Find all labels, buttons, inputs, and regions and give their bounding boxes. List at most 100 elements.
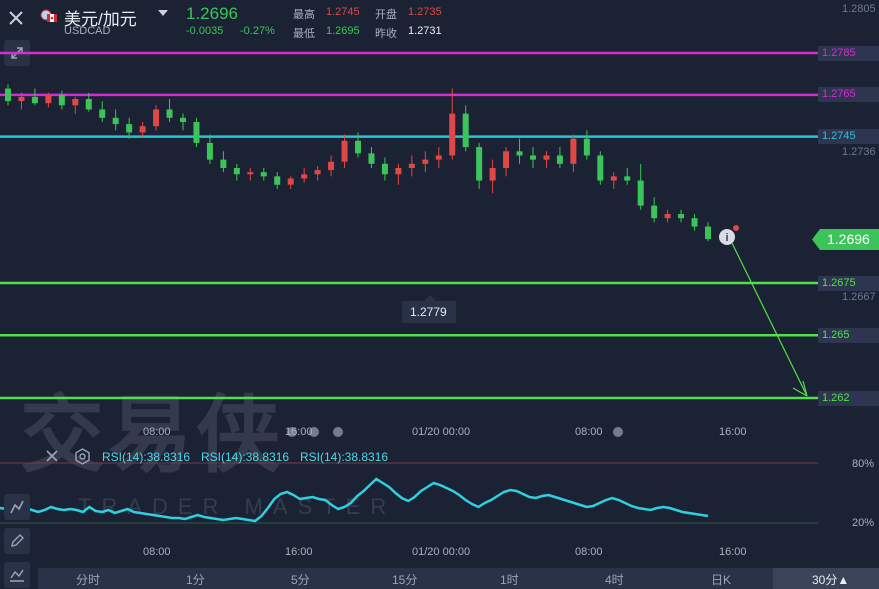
candle-body: [637, 180, 644, 206]
candle-body: [368, 153, 375, 164]
trend-arrow-head: [792, 380, 808, 397]
candle-body: [408, 163, 415, 168]
timeframe-bar: [38, 568, 878, 589]
level-label-6: 1.262: [818, 391, 879, 406]
candle-body: [72, 99, 79, 106]
candle-body: [624, 176, 631, 181]
candle-body: [678, 214, 685, 219]
candle-body: [139, 126, 146, 133]
candle-body: [206, 142, 213, 160]
candle-body: [58, 94, 65, 106]
candle-body: [112, 117, 119, 125]
candle-body: [260, 172, 267, 177]
close-icon: [46, 450, 58, 462]
price-tooltip-value: 1.2779: [410, 305, 447, 319]
timeframe-15m[interactable]: 15分: [392, 571, 417, 588]
chart-icon: [10, 500, 24, 514]
candle-body: [153, 109, 160, 127]
candle-body: [651, 205, 658, 219]
candlestick-chart[interactable]: i: [0, 0, 879, 589]
rsi-level-low: 20%: [852, 517, 875, 529]
price-axis-label: 1.2736: [842, 146, 876, 158]
candle-body: [287, 178, 294, 185]
timeframe-tick[interactable]: 分时: [76, 571, 100, 588]
candle-body: [610, 176, 617, 181]
candle-body: [422, 159, 429, 164]
indicator-icon: [10, 569, 24, 582]
rsi-label-3: RSI(14):38.8316: [300, 450, 389, 464]
level-label-2: 1.2765: [818, 87, 879, 102]
candle-body: [355, 140, 361, 154]
candle-body: [705, 226, 711, 240]
candle-body: [233, 168, 240, 175]
candle-body: [449, 113, 456, 156]
trend-arrow-line: [731, 242, 808, 397]
candle-body: [583, 138, 590, 156]
current-price-tag: 1.2696: [812, 229, 879, 250]
candle-body: [247, 172, 254, 175]
candle-style-button[interactable]: [4, 494, 30, 520]
candle-body: [99, 109, 106, 118]
candle-body: [341, 140, 348, 162]
candle-body: [503, 151, 510, 168]
rsi-label-2: RSI(14):38.8316: [201, 450, 290, 464]
rsi-time-label-3: 01/20 00:00: [412, 546, 471, 558]
level-label-3: 1.2745: [818, 129, 879, 144]
price-axis-top: 1.2805: [842, 3, 876, 15]
candle-body: [664, 214, 671, 219]
price-axis-label-2: 1.2667: [842, 291, 876, 303]
candle-body: [530, 155, 536, 160]
rsi-time-label-4: 08:00: [575, 546, 603, 558]
candle-body: [5, 88, 11, 102]
current-price-tag-value: 1.2696: [827, 231, 870, 247]
level-label-5: 1.265: [818, 328, 879, 343]
info-icon-glyph: i: [725, 232, 728, 244]
rsi-time-label-2: 16:00: [285, 546, 313, 558]
rsi-level-high: 80%: [852, 458, 875, 470]
time-label-3: 01/20 00:00: [412, 426, 471, 438]
candle-body: [516, 151, 523, 156]
time-label-5: 16:00: [719, 426, 747, 438]
pencil-icon: [11, 534, 24, 547]
candle-body: [166, 109, 173, 118]
level-label-4: 1.2675: [818, 276, 879, 291]
timeframe-4h[interactable]: 4时: [605, 571, 624, 588]
timeframe-5m[interactable]: 5分: [291, 571, 310, 588]
candle-body: [126, 124, 133, 133]
candle-body: [489, 168, 496, 181]
price-tooltip: 1.2779: [402, 295, 456, 323]
candle-body: [556, 155, 563, 164]
scrub-dot: [613, 427, 623, 437]
candle-body: [381, 163, 388, 175]
time-label-2: 16:00: [285, 426, 313, 438]
candle-body: [180, 117, 186, 122]
timeframe-1m[interactable]: 1分: [186, 571, 205, 588]
scrub-dot: [333, 427, 343, 437]
timeframe-daily[interactable]: 日K: [711, 571, 731, 588]
rsi-line: [0, 477, 709, 523]
time-label-1: 08:00: [143, 426, 171, 438]
rsi-label-1: RSI(14):38.8316: [102, 450, 191, 464]
level-label-1: 1.2785: [818, 46, 879, 61]
rsi-time-label-5: 16:00: [719, 546, 747, 558]
candle-body: [220, 159, 227, 168]
time-label-4: 08:00: [575, 426, 603, 438]
timeframe-30m[interactable]: 30分▲: [812, 571, 849, 588]
rsi-settings-button[interactable]: [74, 448, 91, 470]
candle-body: [395, 168, 402, 175]
candle-body: [45, 94, 52, 104]
indicator-button[interactable]: [4, 562, 30, 588]
alert-dot: [733, 225, 739, 231]
candle-body: [691, 218, 698, 227]
timeframe-1h[interactable]: 1时: [500, 571, 519, 588]
candle-body: [314, 170, 321, 175]
rsi-close-button[interactable]: [44, 448, 60, 469]
candle-body: [435, 155, 442, 160]
candle-body: [462, 113, 469, 148]
candle-body: [274, 176, 281, 185]
gear-icon: [75, 448, 90, 465]
draw-tool-button[interactable]: [4, 528, 30, 554]
candle-body: [597, 155, 604, 181]
candle-body: [31, 96, 38, 104]
candle-body: [85, 99, 92, 110]
